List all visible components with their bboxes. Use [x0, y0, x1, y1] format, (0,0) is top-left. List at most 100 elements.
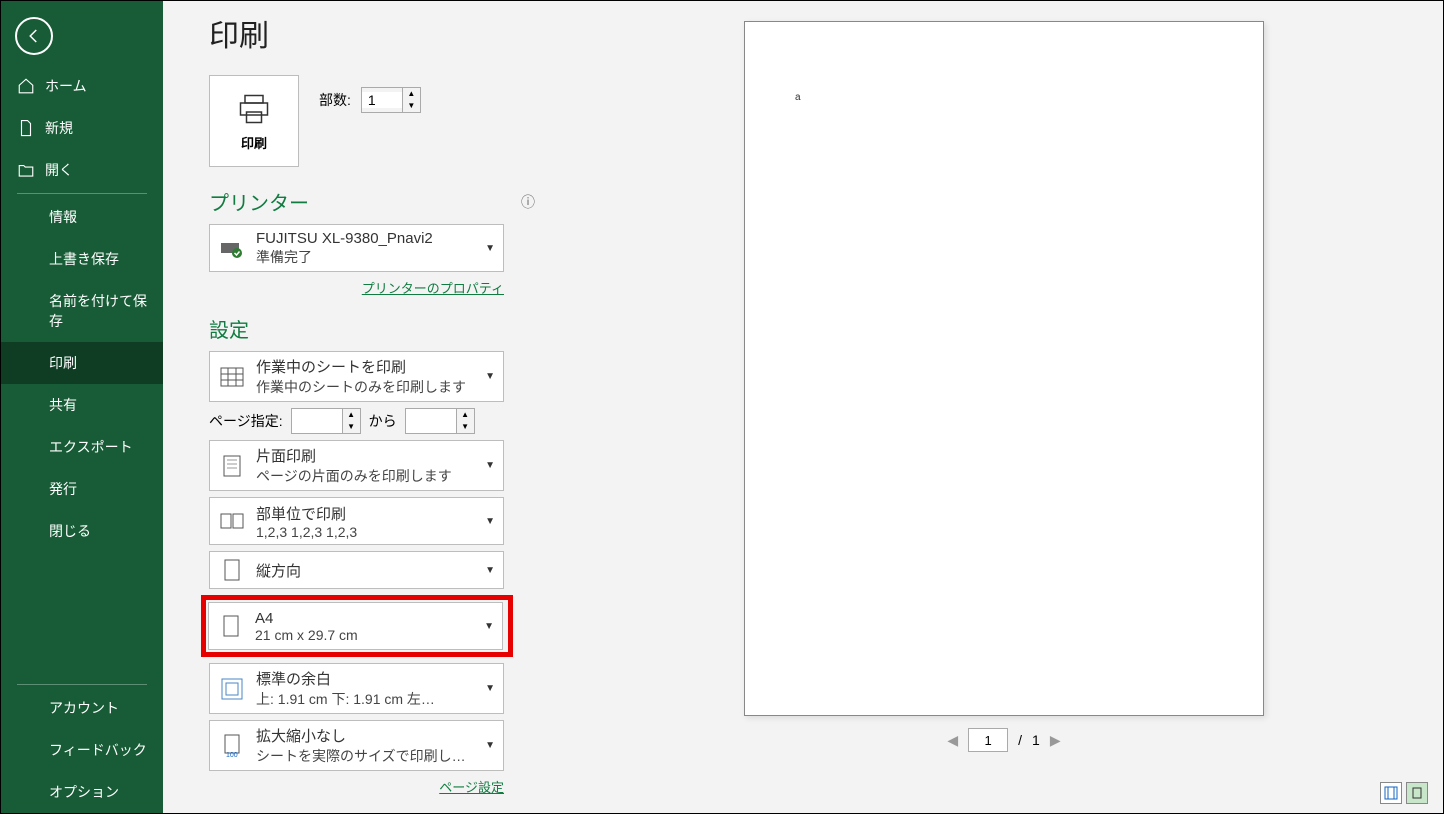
- settings-heading: 設定: [209, 314, 535, 343]
- sidebar-options[interactable]: オプション: [1, 771, 163, 813]
- orientation-label: 縦方向: [256, 560, 475, 581]
- sidebar-label: 上書き保存: [49, 249, 119, 269]
- print-preview-column: a ◀ / 1 ▶: [565, 1, 1443, 813]
- scaling-dropdown[interactable]: 100 拡大縮小なし シートを実際のサイズで印刷します ▼: [209, 720, 504, 771]
- print-settings-column: 印刷 印刷 部数: ▲▼ プリンター ⓘ: [163, 1, 565, 813]
- sidebar-label: 情報: [49, 207, 77, 227]
- margins-dropdown[interactable]: 標準の余白 上: 1.91 cm 下: 1.91 cm 左… ▼: [209, 663, 504, 714]
- chevron-down-icon: ▼: [485, 740, 495, 751]
- print-button[interactable]: 印刷: [209, 75, 299, 167]
- chevron-down-icon: ▼: [485, 243, 495, 254]
- sidebar-saveas[interactable]: 名前を付けて保存: [1, 280, 163, 342]
- svg-text:100: 100: [226, 752, 238, 758]
- page-from-input[interactable]: ▲▼: [291, 408, 361, 434]
- printer-status-icon: [218, 237, 246, 259]
- copies-row: 部数: ▲▼: [319, 87, 421, 113]
- chevron-down-icon: ▼: [485, 371, 495, 382]
- sidebar-close[interactable]: 閉じる: [1, 510, 163, 552]
- current-page-input[interactable]: [968, 728, 1008, 752]
- printer-heading-text: プリンター: [209, 187, 309, 216]
- preview-page: a: [744, 21, 1264, 716]
- spin-up-icon[interactable]: ▲: [403, 88, 420, 100]
- chevron-down-icon: ▼: [485, 516, 495, 527]
- paper-size-dropdown[interactable]: A4 21 cm x 29.7 cm ▼: [208, 602, 503, 650]
- backstage-sidebar: ホーム 新規 開く 情報 上書き保存 名前を付けて保存 印刷 共有 エクスポート…: [1, 1, 163, 813]
- preview-cell: a: [795, 92, 1213, 103]
- portrait-icon: [218, 559, 246, 581]
- spin-down-icon[interactable]: ▼: [457, 421, 474, 433]
- page-to-input[interactable]: ▲▼: [405, 408, 475, 434]
- page-setup-link[interactable]: ページ設定: [439, 780, 504, 795]
- sidebar-label: アカウント: [49, 698, 119, 718]
- sidebar-share[interactable]: 共有: [1, 384, 163, 426]
- paper-title: A4: [255, 610, 474, 627]
- sidebar-label: 発行: [49, 479, 77, 499]
- highlight-annotation: A4 21 cm x 29.7 cm ▼: [201, 595, 513, 657]
- back-button[interactable]: [15, 17, 53, 55]
- chevron-down-icon: ▼: [485, 565, 495, 576]
- sides-dropdown[interactable]: 片面印刷 ページの片面のみを印刷します ▼: [209, 440, 504, 491]
- sides-sub: ページの片面のみを印刷します: [256, 466, 475, 486]
- orientation-dropdown[interactable]: 縦方向 ▼: [209, 551, 504, 589]
- margins-sub: 上: 1.91 cm 下: 1.91 cm 左…: [256, 689, 475, 709]
- sidebar-divider: [17, 684, 147, 685]
- page-range-row: ページ指定: ▲▼ から ▲▼: [209, 408, 504, 434]
- collate-dropdown[interactable]: 部単位で印刷 1,2,3 1,2,3 1,2,3 ▼: [209, 497, 504, 545]
- grid-icon: [218, 367, 246, 387]
- print-button-label: 印刷: [241, 133, 267, 152]
- single-side-icon: [218, 454, 246, 478]
- sidebar-open[interactable]: 開く: [1, 149, 163, 191]
- printer-dropdown[interactable]: FUJITSU XL-9380_Pnavi2 準備完了 ▼: [209, 224, 504, 272]
- chevron-down-icon: ▼: [485, 460, 495, 471]
- sides-title: 片面印刷: [256, 445, 475, 466]
- spin-down-icon[interactable]: ▼: [343, 421, 360, 433]
- page-icon: [217, 615, 245, 637]
- settings-heading-text: 設定: [209, 314, 249, 343]
- page-total: 1: [1032, 732, 1040, 748]
- margins-toggle-icon: [1384, 786, 1398, 800]
- sidebar-label: 閉じる: [49, 521, 91, 541]
- paper-sub: 21 cm x 29.7 cm: [255, 627, 474, 643]
- sidebar-label: 印刷: [49, 353, 77, 373]
- sidebar-save[interactable]: 上書き保存: [1, 238, 163, 280]
- show-margins-button[interactable]: [1380, 782, 1402, 804]
- sidebar-feedback[interactable]: フィードバック: [1, 729, 163, 771]
- margins-icon: [218, 678, 246, 700]
- sidebar-label: フィードバック: [49, 740, 147, 760]
- sidebar-label: エクスポート: [49, 437, 133, 457]
- page-navigation: ◀ / 1 ▶: [947, 728, 1060, 752]
- sidebar-label: ホーム: [45, 76, 87, 96]
- sidebar-new[interactable]: 新規: [1, 107, 163, 149]
- sidebar-print[interactable]: 印刷: [1, 342, 163, 384]
- zoom-to-page-button[interactable]: [1406, 782, 1428, 804]
- sidebar-divider: [17, 193, 147, 194]
- sidebar-export[interactable]: エクスポート: [1, 426, 163, 468]
- spin-up-icon[interactable]: ▲: [343, 409, 360, 421]
- sidebar-account[interactable]: アカウント: [1, 687, 163, 729]
- scale-icon: 100: [218, 734, 246, 758]
- print-what-dropdown[interactable]: 作業中のシートを印刷 作業中のシートのみを印刷します ▼: [209, 351, 504, 402]
- sidebar-info[interactable]: 情報: [1, 196, 163, 238]
- sidebar-home[interactable]: ホーム: [1, 65, 163, 107]
- sidebar-publish[interactable]: 発行: [1, 468, 163, 510]
- margins-title: 標準の余白: [256, 668, 475, 689]
- print-what-title: 作業中のシートを印刷: [256, 356, 475, 377]
- collate-sub: 1,2,3 1,2,3 1,2,3: [256, 524, 475, 540]
- home-icon: [17, 77, 35, 95]
- spin-up-icon[interactable]: ▲: [457, 409, 474, 421]
- next-page-button[interactable]: ▶: [1050, 732, 1061, 749]
- fit-page-icon: [1410, 786, 1424, 800]
- file-icon: [17, 119, 35, 137]
- sidebar-label: 開く: [45, 160, 73, 180]
- info-icon[interactable]: ⓘ: [521, 192, 535, 212]
- preview-tools: [1380, 782, 1428, 804]
- printer-icon: [234, 91, 274, 127]
- copies-input[interactable]: ▲▼: [361, 87, 421, 113]
- spin-down-icon[interactable]: ▼: [403, 100, 420, 112]
- chevron-down-icon: ▼: [485, 683, 495, 694]
- sidebar-label: 名前を付けて保存: [49, 291, 147, 331]
- prev-page-button[interactable]: ◀: [947, 732, 958, 749]
- copies-value[interactable]: [362, 92, 402, 108]
- sidebar-label: 新規: [45, 118, 73, 138]
- printer-properties-link[interactable]: プリンターのプロパティ: [362, 281, 504, 296]
